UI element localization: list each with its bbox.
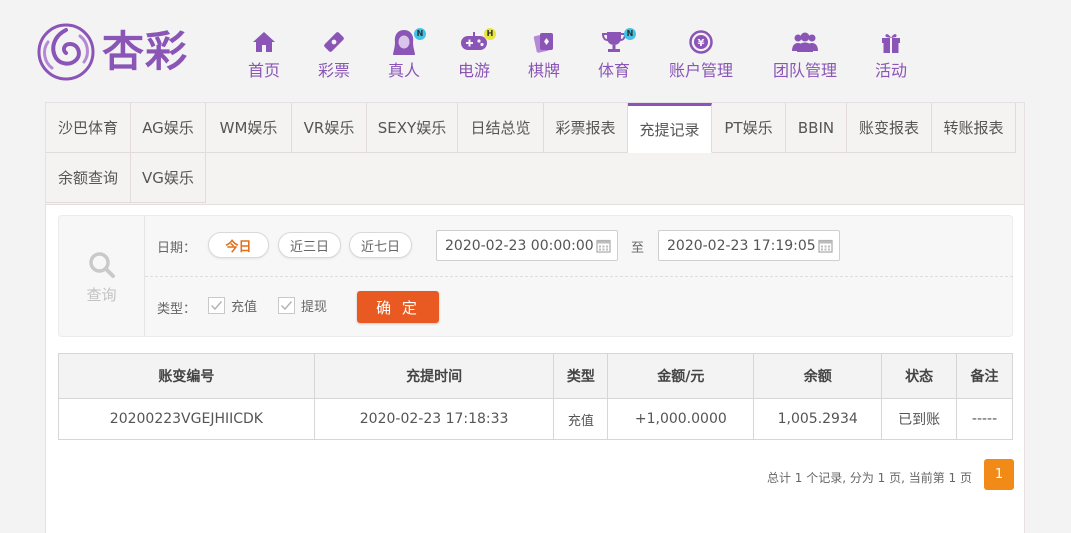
nav-label: 体育	[597, 61, 630, 80]
nav-label: 团队管理	[772, 61, 837, 80]
team-icon	[770, 28, 840, 56]
live-dealer-icon: N	[386, 28, 426, 56]
col-header-status: 状态	[881, 353, 958, 399]
brand-name: 杏彩	[102, 27, 189, 76]
cell-type: 充值	[553, 398, 609, 440]
tab-daily-summary[interactable]: 日结总览	[458, 103, 544, 153]
tab-account-change-report[interactable]: 账变报表	[847, 103, 932, 153]
type-label: 类型：	[157, 302, 197, 317]
tab-transfer-report[interactable]: 转账报表	[932, 103, 1016, 153]
nav-lottery[interactable]: 彩票	[316, 28, 352, 81]
col-header-type: 类型	[553, 353, 609, 399]
query-form: 查询 日期： 今日 近三日 近七日 2020-02-23 00:00:00 至 …	[58, 215, 1013, 337]
tab-deposit-withdraw[interactable]: 充提记录	[628, 103, 712, 153]
type-withdraw-label: 提现	[301, 300, 328, 315]
tab-vr[interactable]: VR娱乐	[292, 103, 367, 153]
cell-balance: 1,005.2934	[753, 398, 883, 440]
col-header-id: 账变编号	[58, 353, 315, 399]
svg-text:¥: ¥	[698, 38, 705, 49]
calendar-icon[interactable]	[596, 238, 611, 253]
query-label: 查询	[86, 286, 117, 304]
confirm-button[interactable]: 确 定	[357, 291, 439, 323]
start-date-value: 2020-02-23 00:00:00	[445, 237, 594, 254]
yen-coin-icon: ¥	[666, 28, 736, 56]
nav-account[interactable]: ¥ 账户管理	[666, 28, 736, 81]
tab-pt[interactable]: PT娱乐	[712, 103, 786, 153]
cell-remark: -----	[956, 398, 1013, 440]
tab-vg[interactable]: VG娱乐	[131, 153, 206, 203]
nav-label: 活动	[874, 61, 907, 80]
gamepad-icon: H	[456, 28, 496, 56]
type-deposit-checkbox[interactable]: 充值	[208, 296, 257, 315]
cell-id: 20200223VGEJHIICDK	[58, 398, 315, 440]
range-7days-button[interactable]: 近七日	[349, 232, 412, 258]
lottery-ticket-icon	[316, 28, 352, 56]
nav-label: 彩票	[317, 61, 350, 80]
calendar-icon[interactable]	[818, 238, 833, 253]
col-header-remark: 备注	[956, 353, 1013, 399]
search-icon	[59, 250, 144, 284]
records-panel: 沙巴体育 AG娱乐 WM娱乐 VR娱乐 SEXY娱乐 日结总览 彩票报表 充提记…	[45, 102, 1025, 533]
page-1-button[interactable]: 1	[984, 459, 1014, 490]
nav-promo[interactable]: 活动	[873, 28, 909, 81]
playing-cards-icon	[526, 28, 562, 56]
col-header-balance: 余额	[753, 353, 883, 399]
end-date-value: 2020-02-23 17:19:05	[667, 237, 816, 254]
nav-label: 真人	[387, 61, 420, 80]
col-header-amount: 金额/元	[607, 353, 755, 399]
table-header-row: 账变编号 充提时间 类型 金额/元 余额 状态 备注	[58, 353, 1013, 399]
logo-emblem-icon	[37, 23, 95, 81]
type-deposit-label: 充值	[231, 300, 258, 315]
gift-icon	[873, 28, 909, 56]
home-icon	[246, 28, 282, 56]
new-badge: N	[624, 28, 636, 40]
nav-label: 账户管理	[668, 61, 733, 80]
start-date-input[interactable]: 2020-02-23 00:00:00	[436, 230, 618, 261]
cell-time: 2020-02-23 17:18:33	[313, 398, 555, 440]
tab-balance-inquiry[interactable]: 余额查询	[46, 153, 131, 203]
tab-sexy[interactable]: SEXY娱乐	[367, 103, 458, 153]
tab-wm[interactable]: WM娱乐	[206, 103, 292, 153]
brand-logo[interactable]: 杏彩	[36, 22, 188, 82]
tab-ag[interactable]: AG娱乐	[131, 103, 206, 153]
nav-sports[interactable]: N 体育	[596, 28, 636, 81]
tab-saba-sports[interactable]: 沙巴体育	[46, 103, 131, 153]
cell-amount: +1,000.0000	[607, 398, 755, 440]
report-tabs: 沙巴体育 AG娱乐 WM娱乐 VR娱乐 SEXY娱乐 日结总览 彩票报表 充提记…	[46, 103, 1024, 205]
pager-summary: 总计 1 个记录, 分为 1 页, 当前第 1 页	[766, 471, 972, 485]
checkbox-checked-icon	[208, 297, 225, 314]
type-withdraw-checkbox[interactable]: 提现	[278, 296, 327, 315]
nav-label: 首页	[247, 61, 280, 80]
row-divider	[145, 276, 1013, 277]
tab-bbin[interactable]: BBIN	[786, 103, 847, 153]
range-3days-button[interactable]: 近三日	[278, 232, 341, 258]
records-table: 账变编号 充提时间 类型 金额/元 余额 状态 备注 20200223VGEJH…	[58, 353, 1013, 440]
nav-chess[interactable]: 棋牌	[526, 28, 562, 81]
nav-home[interactable]: 首页	[246, 28, 282, 81]
nav-live[interactable]: N 真人	[386, 28, 426, 81]
top-header: 杏彩 首页 彩票 N 真人 H 电游 棋牌 N 体育 ¥ 账户管理 团队管理 活…	[0, 0, 1071, 102]
nav-egame[interactable]: H 电游	[456, 28, 496, 81]
new-badge: N	[414, 28, 426, 40]
nav-label: 棋牌	[527, 61, 560, 80]
nav-label: 电游	[457, 61, 490, 80]
cell-status: 已到账	[881, 398, 958, 440]
tab-lottery-report[interactable]: 彩票报表	[544, 103, 628, 153]
hot-badge: H	[484, 28, 496, 40]
range-today-button[interactable]: 今日	[208, 232, 269, 258]
nav-team[interactable]: 团队管理	[770, 28, 840, 81]
table-row: 20200223VGEJHIICDK 2020-02-23 17:18:33 充…	[58, 398, 1013, 440]
end-date-input[interactable]: 2020-02-23 17:19:05	[658, 230, 840, 261]
query-side-panel[interactable]: 查询	[59, 216, 145, 336]
to-label: 至	[631, 241, 645, 256]
trophy-icon: N	[596, 28, 636, 56]
checkbox-checked-icon	[278, 297, 295, 314]
col-header-time: 充提时间	[313, 353, 555, 399]
date-label: 日期：	[157, 241, 197, 256]
